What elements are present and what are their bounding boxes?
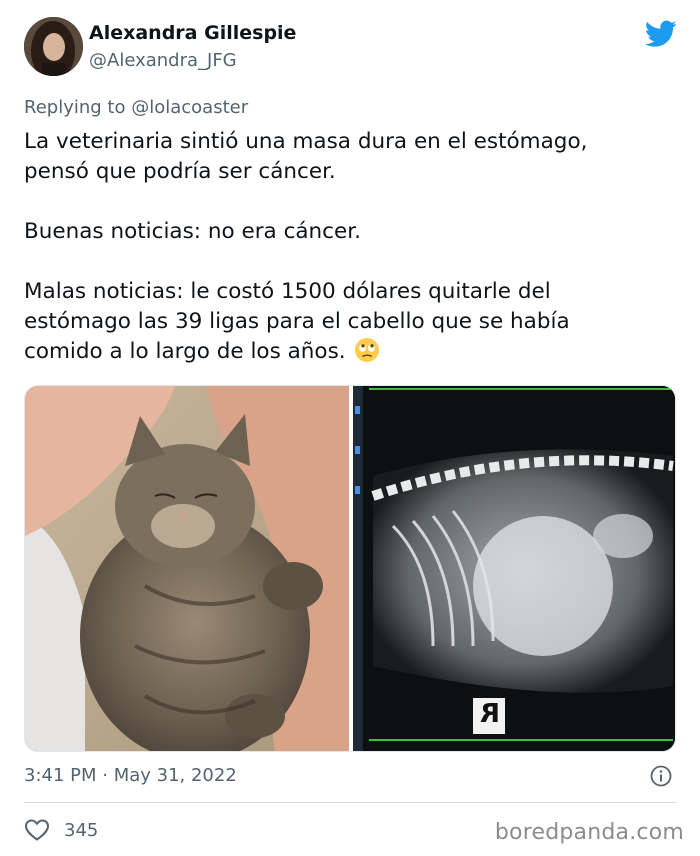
twitter-bird-icon[interactable] bbox=[645, 20, 677, 48]
author-avatar[interactable] bbox=[24, 17, 83, 76]
author-name[interactable]: Alexandra Gillespie bbox=[89, 22, 296, 44]
tweet-timestamp[interactable]: 3:41 PM · May 31, 2022 bbox=[24, 765, 237, 786]
tweet-line: La veterinaria sintió una masa dura en e… bbox=[24, 129, 588, 154]
rolling-eyes-emoji-icon bbox=[355, 338, 380, 362]
watermark: boredpanda.com bbox=[494, 820, 684, 845]
replying-to: Replying to @lolacoaster bbox=[24, 97, 248, 118]
tweet-media[interactable]: R bbox=[24, 385, 676, 752]
tweet-line: Malas noticias: le costó 1500 dólares qu… bbox=[24, 279, 551, 304]
heart-icon bbox=[25, 819, 49, 841]
cat-xray-photo[interactable]: R bbox=[353, 386, 675, 751]
replying-prefix: Replying to bbox=[24, 97, 126, 118]
author-handle[interactable]: @Alexandra_JFG bbox=[89, 50, 237, 71]
tweet-text: La veterinaria sintió una masa dura en e… bbox=[24, 127, 684, 367]
like-count: 345 bbox=[64, 819, 99, 841]
tweet-line: estómago las 39 ligas para el cabello qu… bbox=[24, 309, 570, 334]
like-button[interactable]: 345 bbox=[24, 818, 98, 842]
reply-mention-link[interactable]: @lolacoaster bbox=[131, 97, 248, 118]
tweet-line: Buenas noticias: no era cáncer. bbox=[24, 219, 361, 244]
tweet-line: pensó que podría ser cáncer. bbox=[24, 159, 336, 184]
tweet-line: comido a lo largo de los años. bbox=[24, 339, 346, 364]
cat-sleeping-photo[interactable] bbox=[25, 386, 349, 751]
xray-marker: R bbox=[479, 699, 501, 729]
divider bbox=[24, 802, 676, 803]
tweet-line-last: comido a lo largo de los años. bbox=[24, 337, 684, 367]
info-icon[interactable] bbox=[650, 765, 672, 787]
